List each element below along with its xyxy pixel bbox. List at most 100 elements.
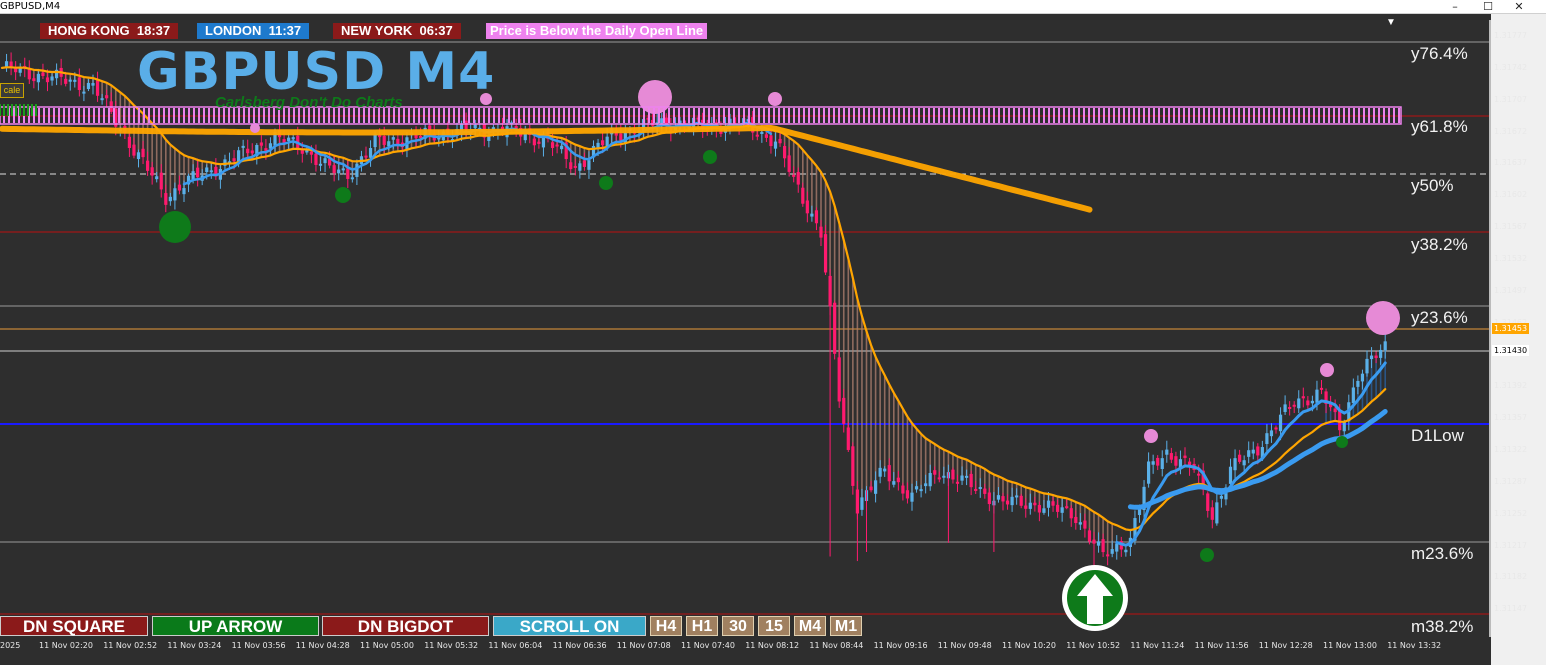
timeframe-button-h1[interactable]: H1 [686,616,718,636]
candle-body [974,488,978,491]
candle-body [1169,453,1173,460]
candle-body [1306,400,1310,406]
fib-label: m38.2% [1411,617,1474,636]
price-tick: 1.31147 [1494,604,1528,614]
candle-body [874,480,878,494]
candle-body [1005,500,1010,505]
close-button[interactable]: ✕ [1504,0,1534,13]
candle-body [196,167,200,178]
candle-body [796,172,800,185]
scroll-on-button[interactable]: SCROLL ON [493,616,646,636]
candle-body [1124,549,1128,553]
candle-body [332,165,336,174]
candle-body [550,142,555,148]
time-tick: 11 Nov 11:56 [1194,641,1249,650]
candle-body [1288,406,1292,409]
candle-body [396,138,400,145]
up-arrow-button[interactable]: UP ARROW [152,616,319,636]
candle-body [1033,502,1037,506]
timeframe-button-30[interactable]: 30 [722,616,754,636]
candle-body [341,168,345,171]
time-tick: 11 Nov 08:44 [809,641,864,650]
signal-dot [1200,548,1214,562]
candle-body [350,177,354,180]
candle-body [1360,373,1365,382]
candle-body [191,171,195,180]
dn-square-button[interactable]: DN SQUARE [0,616,148,636]
candle-body [300,150,304,154]
signal-dot [159,211,191,243]
candle-body [1256,446,1260,456]
time-tick: 11 Nov 11:24 [1130,641,1185,650]
signal-dot [1336,436,1348,448]
candle-body [1151,461,1155,465]
fib-label: y76.4% [1411,44,1468,63]
signal-dot [1320,363,1334,377]
timeframe-button-h4[interactable]: H4 [650,616,682,636]
candle-body [1037,505,1041,513]
candle-body [1265,433,1269,444]
timezone-hong-kong: HONG KONG 18:37 [40,23,179,39]
candle-body [27,68,31,80]
candle-body [1219,495,1223,499]
candle-body [1315,389,1319,403]
maximize-button[interactable]: ☐ [1473,0,1503,13]
candle-body [1351,387,1355,404]
candle-body [105,95,109,99]
candle-body [1238,454,1242,462]
candle-body [764,134,768,138]
candle-body [82,91,86,94]
candle-body [537,141,541,144]
timezone-london: LONDON 11:37 [197,23,310,39]
fib-label: y50% [1411,176,1454,195]
candle-body [573,165,577,168]
candle-body [810,213,814,217]
candle-body [828,275,832,307]
price-tick: 1.31287 [1494,476,1528,486]
time-tick: 11 Nov 09:48 [937,641,992,650]
candle-body [1096,541,1101,546]
dn-bigdot-button[interactable]: DN BIGDOT [322,616,489,636]
candle-body [578,163,582,171]
candle-body [1065,506,1069,509]
alert-message: Price is Below the Daily Open Line [486,23,708,39]
time-tick: 11 Nov 08:12 [745,641,800,650]
candle-body [1156,457,1160,466]
candle-body [833,302,837,354]
candle-body [259,142,263,146]
candle-body [1292,404,1296,407]
candle-body [773,141,778,149]
candle-body [901,485,905,494]
fib-label: D1Low [1411,426,1464,445]
candle-body [291,137,295,140]
candle-body [368,148,373,158]
candle-body [155,176,159,180]
candle-body [1024,505,1028,509]
candle-body [910,492,914,502]
candle-body [1278,414,1283,432]
scale-button[interactable]: cale [0,83,24,98]
time-tick: 11 Nov 05:00 [360,641,414,650]
price-axis-line [1489,20,1491,637]
fib-label: y38.2% [1411,235,1468,254]
candle-body [1115,543,1119,552]
candle-body [250,150,254,154]
candle-body [136,152,141,160]
candle-body [1310,400,1314,404]
blue-ma-line [1115,361,1387,547]
price-tick: 1.31532 [1494,253,1528,263]
candle-body [159,172,163,190]
candle-body [1383,341,1387,351]
candle-body [878,467,882,477]
minimize-button[interactable]: – [1440,0,1470,13]
timeframe-button-m4[interactable]: M4 [794,616,826,636]
price-tick: 1.31602 [1494,190,1528,200]
candle-body [173,188,177,201]
candle-body [842,397,846,424]
candle-body [391,137,395,140]
timeframe-button-15[interactable]: 15 [758,616,790,636]
candle-body [164,193,168,205]
timeframe-button-m1[interactable]: M1 [830,616,862,636]
candle-body [246,148,250,154]
candle-body [1147,461,1151,484]
